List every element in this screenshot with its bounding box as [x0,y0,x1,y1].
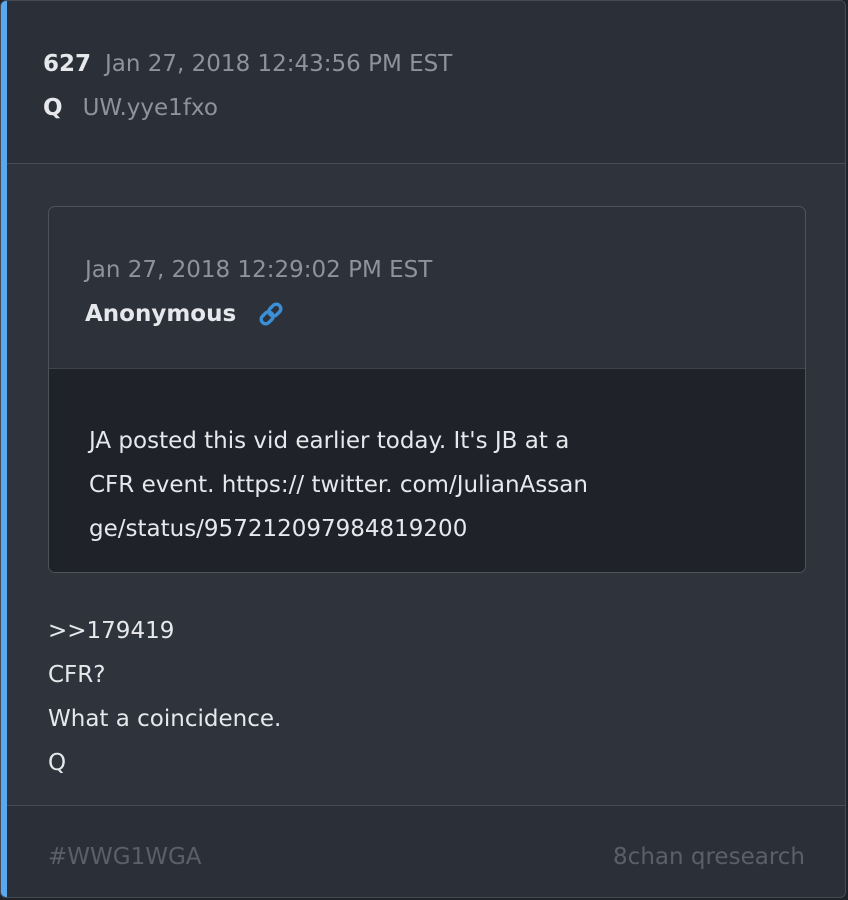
reply-line: What a coincidence. [48,706,282,732]
quoted-post-author: Anonymous [85,301,237,327]
post-card: 627 Jan 27, 2018 12:43:56 PM EST Q UW.yye1… [0,0,846,898]
link-icon[interactable] [256,299,286,329]
quoted-post-header: Jan 27, 2018 12:29:02 PM EST Anonymous [49,207,805,369]
reply-line: CFR? [48,662,106,688]
post-number: 627 [43,51,92,77]
quoted-post-body: JA posted this vid earlier today. It's J… [49,369,805,572]
source-label: 8chan qresearch [613,844,805,870]
post-header: 627 Jan 27, 2018 12:43:56 PM EST Q UW.yye1… [7,1,845,164]
post-footer: #WWG1WGA 8chan qresearch [7,805,845,897]
author-line: Q UW.yye1fxo [43,93,218,123]
quoted-post-timestamp: Jan 27, 2018 12:29:02 PM EST [85,257,433,283]
post-author: Q [43,95,63,121]
quoted-post: Jan 27, 2018 12:29:02 PM EST Anonymous J… [48,206,806,573]
post-meta-line: 627 Jan 27, 2018 12:43:56 PM EST [43,49,452,79]
reply-text: >>179419 CFR? What a coincidence. Q [48,609,281,785]
reply-line-backlink[interactable]: >>179419 [48,609,281,653]
post-timestamp: Jan 27, 2018 12:43:56 PM EST [105,51,453,77]
quoted-post-text: JA posted this vid earlier today. It's J… [89,428,588,542]
post-tripcode: UW.yye1fxo [82,95,218,121]
quoted-author-line: Anonymous [85,299,286,329]
reply-line-signature: Q [48,750,67,776]
hashtag[interactable]: #WWG1WGA [48,842,202,872]
